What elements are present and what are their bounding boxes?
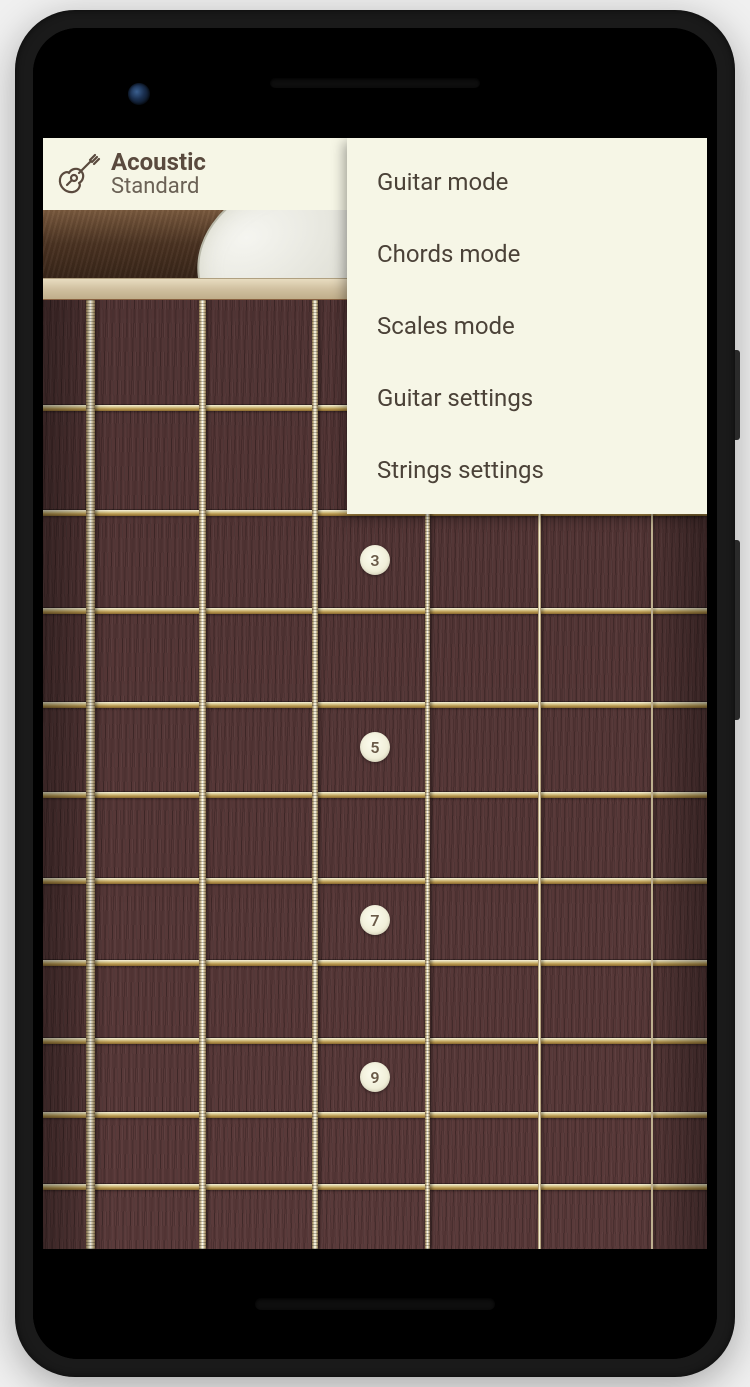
fret-wire <box>43 960 707 966</box>
fret-wire <box>43 878 707 884</box>
fret-marker-5: 5 <box>360 732 390 762</box>
fret-wire <box>43 792 707 798</box>
fret-wire <box>43 1112 707 1118</box>
string-4[interactable] <box>312 300 318 1249</box>
menu-item-scales-mode[interactable]: Scales mode <box>347 290 707 362</box>
ear-speaker <box>270 78 480 88</box>
fret-marker-9: 9 <box>360 1062 390 1092</box>
tuning-label: Standard <box>111 175 206 199</box>
guitar-icon <box>55 151 101 197</box>
front-camera <box>128 83 150 105</box>
guitar-type-label: Acoustic <box>111 149 206 175</box>
phone-frame: Acoustic Standard <box>15 10 735 1377</box>
menu-item-chords-mode[interactable]: Chords mode <box>347 218 707 290</box>
string-6[interactable] <box>86 300 95 1249</box>
fret-wire <box>43 1184 707 1190</box>
bottom-speaker <box>255 1298 495 1310</box>
guitar-app: Acoustic Standard <box>43 138 707 1249</box>
menu-item-strings-settings[interactable]: Strings settings <box>347 434 707 506</box>
string-5[interactable] <box>199 300 206 1249</box>
phone-inner: Acoustic Standard <box>33 28 717 1359</box>
fret-marker-3: 3 <box>360 545 390 575</box>
fret-wire <box>43 608 707 614</box>
volume-button[interactable] <box>735 540 740 720</box>
power-button[interactable] <box>735 350 740 440</box>
fret-marker-7: 7 <box>360 905 390 935</box>
phone-top-bezel <box>33 28 717 138</box>
phone-bottom-bezel <box>33 1249 717 1359</box>
mode-menu: Guitar mode Chords mode Scales mode Guit… <box>347 138 707 514</box>
header-text: Acoustic Standard <box>111 149 206 200</box>
menu-item-guitar-mode[interactable]: Guitar mode <box>347 146 707 218</box>
menu-item-guitar-settings[interactable]: Guitar settings <box>347 362 707 434</box>
fret-wire <box>43 702 707 708</box>
app-screen: Acoustic Standard <box>43 138 707 1249</box>
guitar-selector[interactable]: Acoustic Standard <box>55 149 206 200</box>
fret-wire <box>43 1038 707 1044</box>
